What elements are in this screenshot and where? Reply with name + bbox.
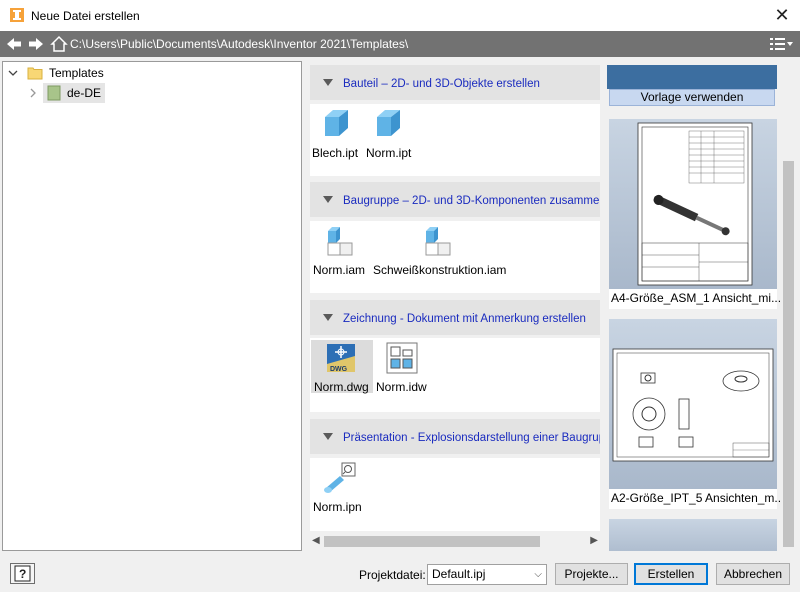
title-bar: Neue Datei erstellen ✕ bbox=[0, 0, 800, 31]
folder-tree: Templates de-DE bbox=[2, 61, 302, 551]
preview-header bbox=[607, 65, 777, 89]
category-title: Bauteil – 2D- und 3D-Objekte erstellen bbox=[343, 78, 540, 90]
tree-item-de-de[interactable] bbox=[27, 83, 39, 103]
file-name: Blech.ipt bbox=[312, 146, 359, 160]
back-arrow-icon[interactable] bbox=[5, 35, 23, 53]
file-name: Norm.idw bbox=[376, 380, 427, 394]
project-file-select[interactable]: Default.ipj ⌵ bbox=[427, 564, 547, 585]
window-title: Neue Datei erstellen bbox=[31, 9, 140, 23]
collapse-triangle-icon[interactable] bbox=[323, 314, 333, 321]
presentation-icon bbox=[324, 462, 356, 493]
collapse-triangle-icon[interactable] bbox=[323, 79, 333, 86]
file-name: Norm.iam bbox=[313, 263, 366, 277]
category-title: Baugruppe – 2D- und 3D-Komponenten zusam… bbox=[343, 195, 600, 207]
drawing-sheet-image bbox=[637, 122, 753, 286]
category-body-praesentation: Norm.ipn bbox=[310, 458, 600, 531]
preview-label: A2-Größe_IPT_5 Ansichten_m... bbox=[611, 491, 785, 505]
collapse-triangle-icon[interactable] bbox=[323, 196, 333, 203]
category-body-zeichnung: DWG Norm.dwg Norm.idw bbox=[310, 338, 600, 412]
home-icon[interactable] bbox=[50, 35, 68, 53]
file-name: Norm.dwg bbox=[314, 380, 369, 394]
scrollbar-thumb[interactable] bbox=[324, 536, 540, 547]
category-header-praesentation[interactable]: Präsentation - Explosionsdarstellung ein… bbox=[310, 419, 600, 454]
category-title: Zeichnung - Dokument mit Anmerkung erste… bbox=[343, 313, 586, 325]
category-header-zeichnung[interactable]: Zeichnung - Dokument mit Anmerkung erste… bbox=[310, 300, 600, 335]
chevron-down-icon[interactable] bbox=[7, 67, 19, 79]
category-header-bauteil[interactable]: Bauteil – 2D- und 3D-Objekte erstellen bbox=[310, 65, 600, 100]
preview-card-a2-ipt[interactable]: A2-Größe_IPT_5 Ansichten_m... bbox=[609, 319, 784, 509]
tree-item-label: Templates bbox=[49, 66, 104, 80]
scrollbar-thumb[interactable] bbox=[783, 161, 794, 547]
address-bar: C:\Users\Public\Documents\Autodesk\Inven… bbox=[0, 31, 800, 57]
file-item-norm-iam[interactable]: Norm.iam bbox=[312, 223, 368, 283]
use-template-button[interactable]: Vorlage verwenden bbox=[609, 89, 775, 106]
cancel-button[interactable]: Abbrechen bbox=[716, 563, 790, 585]
preview-label: A4-Größe_ASM_1 Ansicht_mi... bbox=[611, 291, 782, 305]
tree-item-de-de-selected[interactable]: de-DE bbox=[43, 83, 106, 103]
drawing-sheet-image bbox=[612, 348, 774, 462]
address-path[interactable]: C:\Users\Public\Documents\Autodesk\Inven… bbox=[70, 37, 408, 51]
file-item-norm-idw[interactable]: Norm.idw bbox=[374, 340, 430, 400]
folder-icon bbox=[27, 67, 43, 80]
projects-button[interactable]: Projekte... bbox=[555, 563, 628, 585]
inventor-app-icon bbox=[10, 8, 24, 22]
close-button[interactable]: ✕ bbox=[770, 3, 794, 27]
chevron-right-icon[interactable] bbox=[27, 87, 39, 99]
file-item-norm-ipn[interactable]: Norm.ipn bbox=[312, 460, 368, 520]
part-cube-icon bbox=[377, 110, 400, 136]
scroll-left-icon[interactable]: ◀ bbox=[312, 535, 320, 546]
file-item-schweisskonstruktion-iam[interactable]: Schweißkonstruktion.iam bbox=[372, 223, 512, 283]
file-item-norm-ipt[interactable]: Norm.ipt bbox=[364, 106, 414, 166]
preview-card-partial[interactable] bbox=[609, 519, 777, 551]
help-icon: ? bbox=[14, 565, 31, 582]
collapse-triangle-icon[interactable] bbox=[323, 433, 333, 440]
file-name: Norm.ipn bbox=[313, 500, 362, 514]
idw-drawing-icon bbox=[386, 342, 418, 374]
assembly-icon bbox=[327, 227, 353, 256]
template-categories: Bauteil – 2D- und 3D-Objekte erstellen B… bbox=[310, 61, 600, 531]
assembly-icon bbox=[425, 227, 451, 256]
project-file-value: Default.ipj bbox=[432, 567, 486, 581]
category-body-bauteil: Blech.ipt Norm.ipt bbox=[310, 104, 600, 176]
dwg-badge: DWG bbox=[330, 366, 348, 373]
horizontal-scrollbar[interactable]: ◀ ▶ bbox=[310, 533, 600, 550]
create-button[interactable]: Erstellen bbox=[634, 563, 708, 585]
part-cube-icon bbox=[325, 110, 348, 136]
svg-text:?: ? bbox=[19, 567, 26, 581]
category-title: Präsentation - Explosionsdarstellung ein… bbox=[343, 432, 600, 444]
preview-pane: Vorlage verwenden A4-Größe_ASM_1 Ansicht… bbox=[607, 61, 797, 551]
file-name: Norm.ipt bbox=[366, 146, 412, 160]
forward-arrow-icon[interactable] bbox=[27, 35, 45, 53]
file-name: Schweißkonstruktion.iam bbox=[373, 263, 507, 277]
preview-thumbnail bbox=[609, 319, 777, 489]
category-header-baugruppe[interactable]: Baugruppe – 2D- und 3D-Komponenten zusam… bbox=[310, 182, 600, 217]
vertical-scrollbar[interactable] bbox=[780, 61, 797, 551]
chevron-down-icon[interactable]: ⌵ bbox=[534, 565, 542, 584]
category-body-baugruppe: Norm.iam Schweißkonstruktion.iam bbox=[310, 221, 600, 293]
preview-thumbnail bbox=[609, 119, 777, 289]
file-item-blech-ipt[interactable]: Blech.ipt bbox=[312, 106, 362, 166]
tree-item-label: de-DE bbox=[67, 86, 102, 100]
folder-icon bbox=[47, 85, 61, 101]
tree-item-templates[interactable]: Templates bbox=[7, 63, 104, 83]
file-item-norm-dwg[interactable]: DWG Norm.dwg bbox=[311, 340, 373, 394]
preview-card-a4-asm[interactable]: A4-Größe_ASM_1 Ansicht_mi... bbox=[609, 119, 781, 309]
scroll-right-icon[interactable]: ▶ bbox=[590, 535, 598, 546]
project-file-label: Projektdatei: bbox=[359, 568, 426, 582]
help-button[interactable]: ? bbox=[10, 563, 35, 584]
view-menu-icon[interactable] bbox=[768, 35, 794, 53]
dwg-drawing-icon: DWG bbox=[327, 344, 355, 373]
